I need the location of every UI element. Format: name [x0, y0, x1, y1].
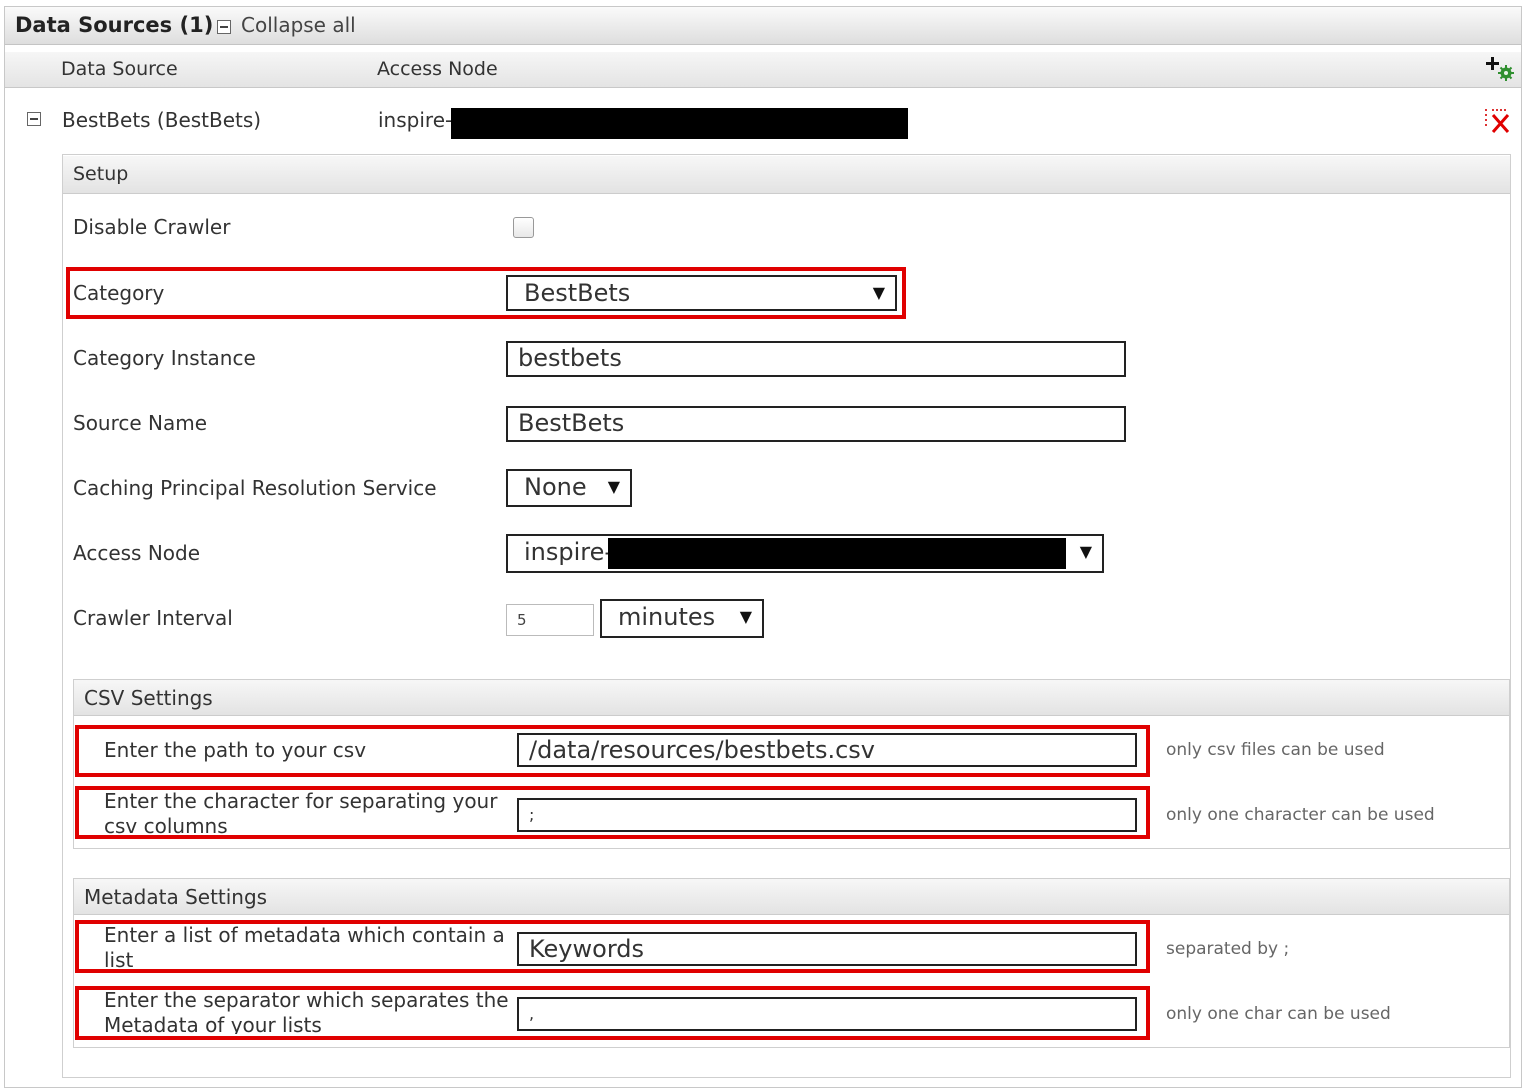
metadata-list-value: Keywords — [529, 935, 645, 963]
metadata-separator-value: , — [529, 1004, 535, 1023]
collapse-row-icon[interactable] — [27, 112, 41, 126]
category-label: Category — [73, 281, 165, 305]
csv-settings-heading: CSV Settings — [84, 686, 213, 710]
category-select[interactable]: BestBets ▼ — [506, 275, 897, 311]
data-sources-title: Data Sources (1) — [15, 13, 214, 37]
collapse-all-button[interactable]: Collapse all — [217, 13, 356, 37]
csv-separator-label: Enter the character for separating your … — [104, 789, 498, 835]
crawler-interval-unit-select[interactable]: minutes ▼ — [600, 599, 764, 638]
category-instance-input[interactable]: bestbets — [506, 341, 1126, 377]
metadata-separator-hint: only one char can be used — [1166, 1004, 1391, 1024]
column-access-node: Access Node — [377, 58, 498, 80]
disable-crawler-checkbox[interactable] — [513, 217, 534, 238]
crawler-interval-input[interactable]: 5 — [506, 604, 594, 636]
metadata-settings-heading-bar: Metadata Settings — [74, 879, 1509, 915]
caching-service-label: Caching Principal Resolution Service — [73, 476, 437, 500]
delete-data-source-icon[interactable] — [1483, 106, 1513, 136]
source-name-label: Source Name — [73, 411, 208, 435]
metadata-separator-input[interactable]: , — [517, 997, 1137, 1031]
category-selected-value: BestBets — [524, 279, 631, 307]
dropdown-arrow-icon: ▼ — [607, 477, 620, 496]
setup-heading: Setup — [73, 163, 129, 185]
caching-service-select[interactable]: None ▼ — [506, 469, 632, 507]
access-node-value: inspire- — [378, 108, 453, 132]
metadata-separator-label: Enter the separator which separates the … — [104, 988, 509, 1034]
crawler-interval-value: 5 — [517, 611, 527, 629]
redacted-hostname — [608, 538, 1066, 569]
crawler-interval-label: Crawler Interval — [73, 606, 233, 630]
csv-separator-value: ; — [529, 805, 535, 824]
csv-settings-heading-bar: CSV Settings — [74, 680, 1509, 716]
source-name-value: BestBets — [518, 409, 625, 437]
dropdown-arrow-icon: ▼ — [872, 283, 885, 302]
redacted-hostname — [451, 108, 908, 139]
crawler-interval-unit-value: minutes — [618, 603, 716, 631]
access-node-label: Access Node — [73, 541, 201, 565]
caching-service-selected-value: None — [524, 473, 587, 501]
csv-path-label: Enter the path to your csv — [104, 738, 367, 762]
disable-crawler-label: Disable Crawler — [73, 215, 231, 239]
collapse-icon — [217, 19, 231, 34]
add-data-source-icon[interactable] — [1485, 52, 1517, 84]
setup-heading-bar: Setup — [63, 156, 1510, 194]
data-sources-toolbar: Data Sources (1) Collapse all — [5, 7, 1521, 45]
source-name-input[interactable]: BestBets — [506, 406, 1126, 442]
dropdown-arrow-icon: ▼ — [739, 607, 752, 626]
metadata-list-input[interactable]: Keywords — [517, 932, 1137, 966]
csv-separator-input[interactable]: ; — [517, 798, 1137, 832]
csv-separator-hint: only one character can be used — [1166, 805, 1435, 825]
column-header: Data Source Access Node — [5, 52, 1521, 88]
column-data-source: Data Source — [61, 58, 178, 80]
collapse-all-label: Collapse all — [241, 13, 356, 37]
metadata-list-label: Enter a list of metadata which contain a… — [104, 923, 505, 969]
dropdown-arrow-icon: ▼ — [1079, 542, 1092, 561]
metadata-list-hint: separated by ; — [1166, 939, 1290, 959]
access-node-selected-value: inspire- — [524, 538, 614, 566]
data-source-name: BestBets (BestBets) — [62, 108, 262, 132]
csv-path-value: /data/resources/bestbets.csv — [529, 736, 875, 764]
metadata-settings-heading: Metadata Settings — [84, 885, 268, 909]
category-instance-value: bestbets — [518, 344, 622, 372]
csv-path-input[interactable]: /data/resources/bestbets.csv — [517, 733, 1137, 767]
category-instance-label: Category Instance — [73, 346, 256, 370]
csv-path-hint: only csv files can be used — [1166, 740, 1385, 760]
